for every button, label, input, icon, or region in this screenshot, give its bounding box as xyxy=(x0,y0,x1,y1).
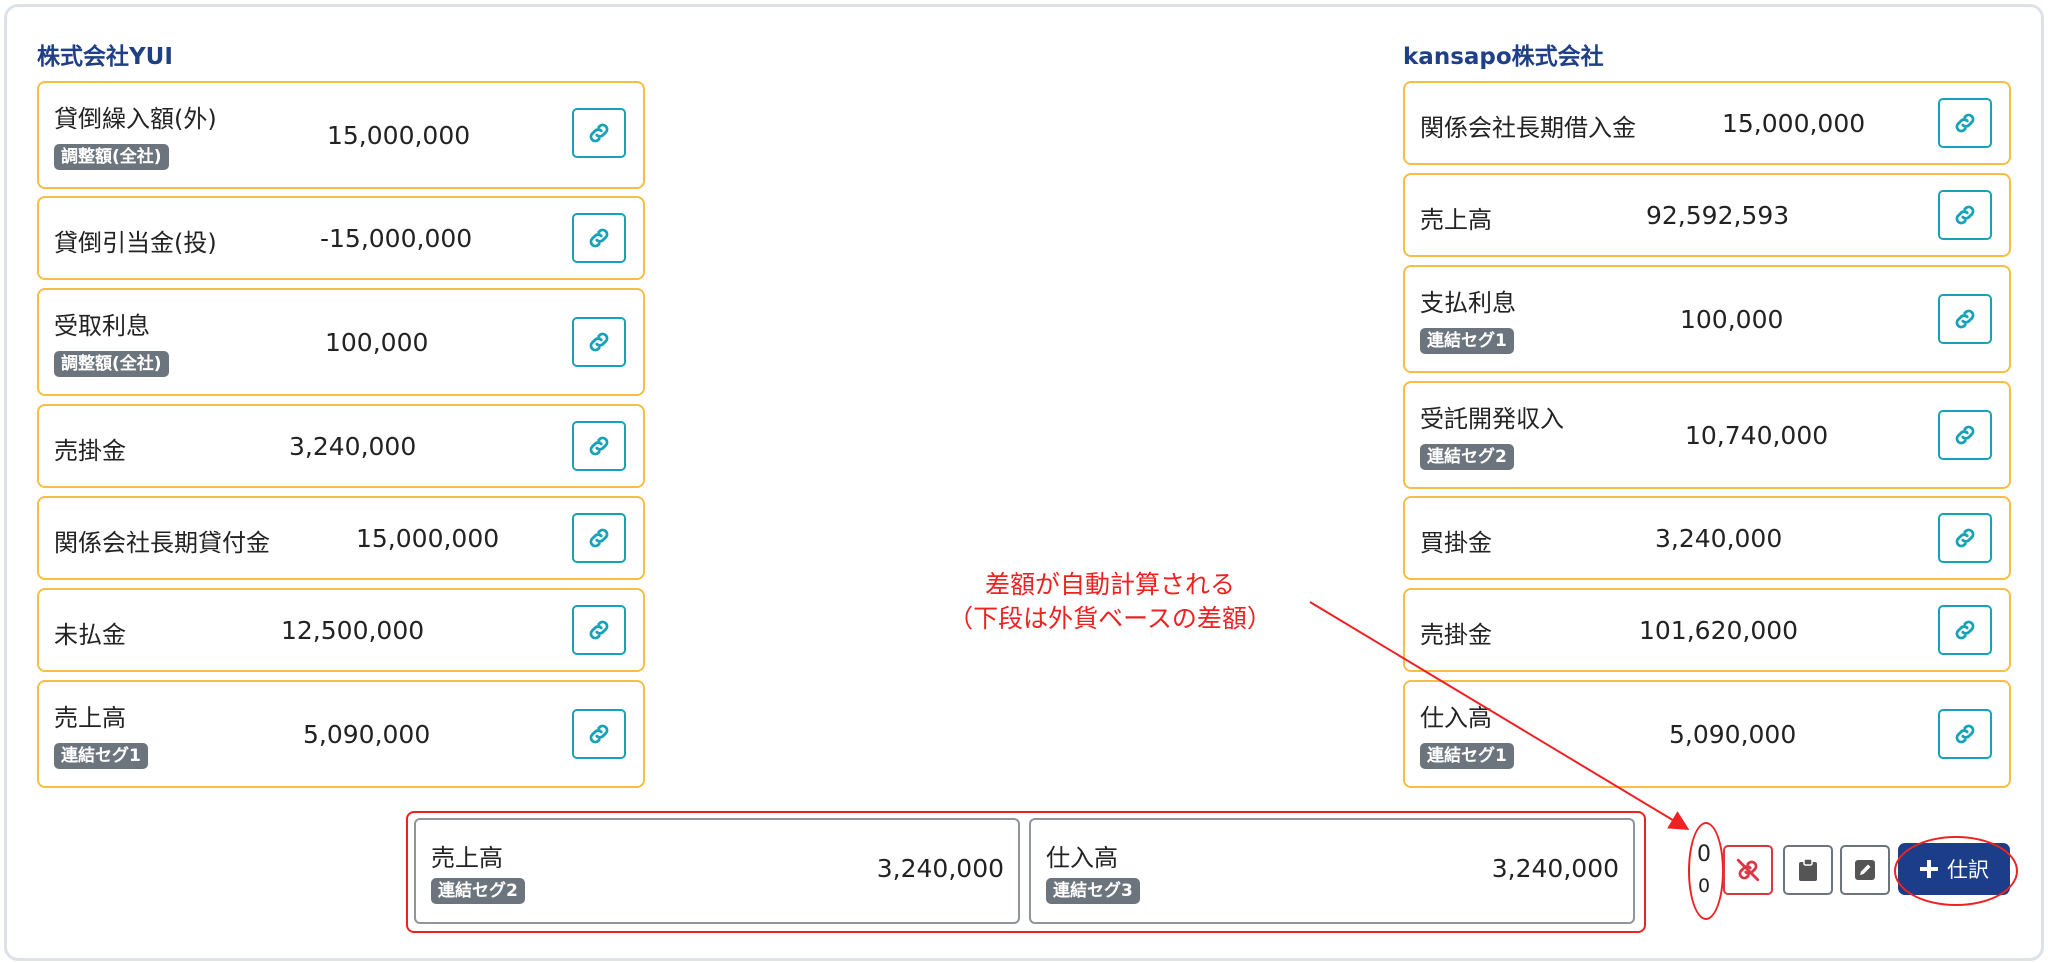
link-button[interactable] xyxy=(1938,190,1992,240)
segment-badge: 調整額(全社) xyxy=(54,351,169,377)
link-icon xyxy=(1955,528,1975,548)
account-amount: 92,592,593 xyxy=(1646,201,1790,230)
right-account-card: 関係会社長期借入金 15,000,000 xyxy=(1403,81,2011,165)
link-icon xyxy=(589,436,609,456)
right-company-title: kansapo株式会社 xyxy=(1403,44,1604,70)
account-label: 仕入高 xyxy=(1420,704,1492,732)
account-label: 買掛金 xyxy=(1420,529,1492,557)
account-label: 未払金 xyxy=(54,621,126,649)
account-label: 関係会社長期借入金 xyxy=(1420,114,1636,142)
link-icon xyxy=(589,620,609,640)
link-button[interactable] xyxy=(572,709,626,759)
right-account-card: 買掛金 3,240,000 xyxy=(1403,496,2011,580)
segment-badge: 連結セグ2 xyxy=(1420,444,1514,470)
annotation-text: 差額が自動計算される （下段は外貨ベースの差額） xyxy=(940,568,1280,636)
left-account-card: 受取利息 調整額(全社) 100,000 xyxy=(37,288,645,396)
difference-highlight xyxy=(1688,822,1724,920)
account-amount: 15,000,000 xyxy=(1722,109,1866,138)
link-icon xyxy=(589,332,609,352)
link-button[interactable] xyxy=(1938,605,1992,655)
left-account-card: 未払金 12,500,000 xyxy=(37,588,645,672)
clipboard-icon xyxy=(1799,858,1817,881)
left-account-card: 貸倒繰入額(外) 調整額(全社) 15,000,000 xyxy=(37,81,645,189)
link-icon xyxy=(589,528,609,548)
account-amount: 15,000,000 xyxy=(356,524,500,553)
account-amount: 100,000 xyxy=(1680,305,1784,334)
segment-badge: 連結セグ2 xyxy=(431,878,525,904)
account-label: 関係会社長期貸付金 xyxy=(54,529,270,557)
link-icon xyxy=(589,228,609,248)
edit-icon xyxy=(1855,860,1875,880)
link-icon xyxy=(1955,724,1975,744)
right-account-card: 受託開発収入 連結セグ2 10,740,000 xyxy=(1403,381,2011,489)
account-amount: -15,000,000 xyxy=(320,224,473,253)
link-icon xyxy=(1955,205,1975,225)
segment-badge: 連結セグ1 xyxy=(1420,743,1514,769)
segment-badge: 調整額(全社) xyxy=(54,144,169,170)
account-label: 売掛金 xyxy=(54,437,126,465)
left-account-card: 貸倒引当金(投) -15,000,000 xyxy=(37,196,645,280)
unlink-icon xyxy=(1736,858,1760,882)
account-amount: 15,000,000 xyxy=(327,121,471,150)
account-label: 売上高 xyxy=(1420,206,1492,234)
link-button[interactable] xyxy=(1938,709,1992,759)
link-button[interactable] xyxy=(572,421,626,471)
link-button[interactable] xyxy=(572,605,626,655)
journal-credit-amount: 3,240,000 xyxy=(1491,854,1619,883)
right-account-card: 売上高 92,592,593 xyxy=(1403,173,2011,257)
link-button[interactable] xyxy=(572,213,626,263)
right-account-card: 仕入高 連結セグ1 5,090,000 xyxy=(1403,680,2011,788)
account-label: 受取利息 xyxy=(54,312,150,340)
left-account-card: 売掛金 3,240,000 xyxy=(37,404,645,488)
account-amount: 101,620,000 xyxy=(1639,616,1799,645)
link-icon xyxy=(1955,309,1975,329)
right-account-card: 売掛金 101,620,000 xyxy=(1403,588,2011,672)
unlink-button[interactable] xyxy=(1723,845,1773,895)
journal-debit-card: 売上高 連結セグ2 3,240,000 xyxy=(414,818,1020,924)
difference-value: 0 xyxy=(1697,842,1711,867)
account-label: 貸倒引当金(投) xyxy=(54,229,217,257)
journal-credit-label: 仕入高 xyxy=(1046,844,1118,872)
segment-badge: 連結セグ1 xyxy=(54,743,148,769)
account-label: 売掛金 xyxy=(1420,621,1492,649)
left-account-card: 関係会社長期貸付金 15,000,000 xyxy=(37,496,645,580)
link-icon xyxy=(589,123,609,143)
edit-button[interactable] xyxy=(1840,845,1890,895)
account-amount: 3,240,000 xyxy=(1655,524,1783,553)
segment-badge: 連結セグ3 xyxy=(1046,878,1140,904)
link-icon xyxy=(1955,620,1975,640)
account-label: 支払利息 xyxy=(1420,289,1516,317)
journal-credit-card: 仕入高 連結セグ3 3,240,000 xyxy=(1029,818,1635,924)
link-button[interactable] xyxy=(572,513,626,563)
annotation-line2: （下段は外貨ベースの差額） xyxy=(948,604,1272,633)
add-journal-highlight xyxy=(1894,836,2018,906)
link-icon xyxy=(1955,113,1975,133)
clipboard-button[interactable] xyxy=(1783,845,1833,895)
left-company-title: 株式会社YUI xyxy=(37,44,173,70)
account-amount: 10,740,000 xyxy=(1685,421,1829,450)
account-amount: 5,090,000 xyxy=(303,720,431,749)
link-button[interactable] xyxy=(572,317,626,367)
right-account-card: 支払利息 連結セグ1 100,000 xyxy=(1403,265,2011,373)
account-label: 受託開発収入 xyxy=(1420,405,1564,433)
link-button[interactable] xyxy=(572,108,626,158)
link-button[interactable] xyxy=(1938,98,1992,148)
journal-debit-label: 売上高 xyxy=(431,844,503,872)
link-button[interactable] xyxy=(1938,513,1992,563)
journal-debit-amount: 3,240,000 xyxy=(876,854,1004,883)
link-button[interactable] xyxy=(1938,410,1992,460)
account-amount: 3,240,000 xyxy=(289,432,417,461)
link-icon xyxy=(1955,425,1975,445)
account-amount: 5,090,000 xyxy=(1669,720,1797,749)
segment-badge: 連結セグ1 xyxy=(1420,328,1514,354)
account-label: 売上高 xyxy=(54,704,126,732)
annotation-line1: 差額が自動計算される xyxy=(984,570,1235,599)
left-account-card: 売上高 連結セグ1 5,090,000 xyxy=(37,680,645,788)
account-label: 貸倒繰入額(外) xyxy=(54,105,217,133)
difference-foreign-value: 0 xyxy=(1697,875,1711,897)
link-button[interactable] xyxy=(1938,294,1992,344)
account-amount: 100,000 xyxy=(325,328,429,357)
account-amount: 12,500,000 xyxy=(281,616,425,645)
link-icon xyxy=(589,724,609,744)
